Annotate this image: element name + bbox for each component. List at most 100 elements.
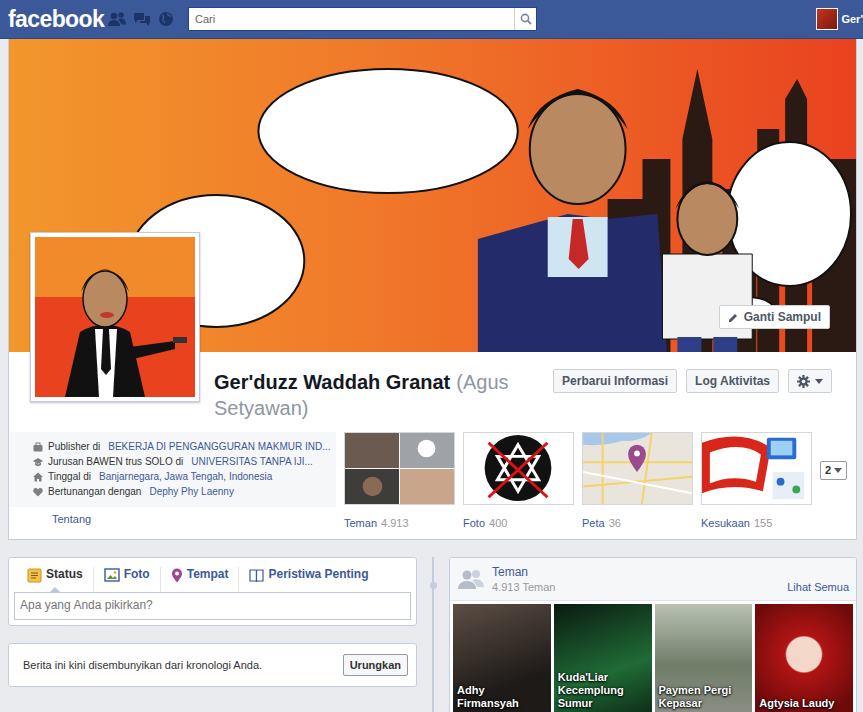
cover-photo: Ganti Sampul (9, 39, 856, 352)
friend-tile[interactable]: Agtysia Laudy (755, 604, 853, 712)
composer-tabs: Status Foto Tempat Peristiwa Penting (9, 558, 416, 592)
friend-tile[interactable]: Adhy Firmansyah (453, 604, 551, 712)
composer-field (9, 592, 416, 625)
photos-thumbnail[interactable] (463, 432, 574, 505)
about-item: Bertunangan denganDephy Phy Laenny (33, 484, 332, 499)
map-thumbnail[interactable] (582, 432, 693, 505)
timeline-right-column: Teman4.913 Teman Lihat Semua Adhy Firmansy… (449, 557, 857, 712)
work-icon (33, 442, 43, 452)
tile-title[interactable]: Teman (344, 517, 377, 529)
friend-name[interactable]: Kuda'Liar Kecemplung Sumur (558, 671, 648, 710)
friends-header: Teman4.913 Teman Lihat Semua (450, 558, 856, 600)
timeline-page: Ganti SampulGer'duzz Waddah Granat(Agus … (0, 39, 863, 712)
notifications-globe-icon (158, 11, 174, 27)
composer-tab[interactable]: Foto (93, 567, 160, 592)
friend-tile[interactable]: Kuda'Liar Kecemplung Sumur (554, 604, 652, 712)
people-icon (457, 568, 485, 590)
tile-count: 400 (489, 517, 507, 529)
education-icon (33, 457, 43, 467)
user-menu[interactable]: Ger' (816, 8, 863, 30)
user-avatar[interactable] (816, 8, 838, 30)
timeline-left-column: Status Foto Tempat Peristiwa Penting Berita … (8, 557, 417, 687)
undo-label[interactable]: Urungkan (350, 659, 401, 671)
top-bar: facebook Ger' (0, 0, 863, 39)
settings-menu-button[interactable] (788, 369, 832, 393)
about-link[interactable]: Banjarnegara, Jawa Tengah, Indonesia (99, 470, 272, 483)
app-tile[interactable]: Foto 400 (463, 432, 574, 530)
about-item: Tinggal di Banjarnegara, Jawa Tengah, Ind… (33, 469, 332, 484)
display-name: Ger'duzz Waddah Granat (214, 371, 450, 393)
see-all-link[interactable]: Lihat Semua (787, 580, 849, 594)
activity-log-button[interactable]: Log Aktivitas (686, 369, 779, 393)
composer-tab[interactable]: Status (17, 567, 93, 592)
timeline: Status Foto Tempat Peristiwa Penting Berita … (8, 557, 857, 712)
friend-name[interactable]: Agtysia Laudy (759, 697, 849, 710)
tile-label: Foto 400 (463, 505, 574, 530)
change-cover-button[interactable]: Ganti Sampul (719, 305, 830, 329)
composer: Status Foto Tempat Peristiwa Penting (8, 557, 417, 626)
friend-name[interactable]: Paymen Pergi Kepasar (659, 684, 749, 710)
friends-grid: Adhy Firmansyah Kuda'Liar Kecemplung Sumu… (450, 601, 856, 712)
more-tiles-button[interactable]: 2 (820, 461, 847, 480)
tab-label[interactable]: Tempat (187, 567, 229, 583)
about-link[interactable]: Tentang (52, 513, 91, 525)
notice-text: Berita ini kini disembunyikan dari krono… (23, 658, 262, 672)
pencil-icon (728, 312, 739, 323)
friends-count: 4.913 Teman (492, 580, 555, 594)
profile-picture[interactable] (30, 232, 200, 402)
place-icon (171, 568, 183, 583)
about-text: Jurusan BAWEN trus SOLO di (48, 455, 183, 468)
hidden-story-notice: Berita ini kini disembunyikan dari krono… (8, 643, 417, 687)
status-input[interactable] (14, 592, 411, 620)
search-input[interactable] (189, 8, 514, 30)
facebook-logo[interactable]: facebook (8, 0, 100, 38)
user-name[interactable]: Ger' (841, 12, 863, 26)
caret-icon (834, 468, 842, 473)
app-tile[interactable]: Kesukaan155 (701, 432, 812, 530)
button-label[interactable]: Perbarui Informasi (562, 373, 668, 389)
update-info-button[interactable]: Perbarui Informasi (553, 369, 677, 393)
app-tile[interactable]: Peta36 (582, 432, 693, 530)
about-text: Tinggal di (48, 470, 91, 483)
friend-tile[interactable]: Paymen Pergi Kepasar (655, 604, 753, 712)
friends-thumbnail[interactable] (344, 432, 455, 505)
composer-tab[interactable]: Tempat (160, 567, 239, 592)
button-label[interactable]: Log Aktivitas (695, 373, 770, 389)
friends-title[interactable]: Teman (492, 564, 555, 580)
friends-box: Teman4.913 Teman Lihat Semua Adhy Firmansy… (449, 557, 857, 712)
search-button[interactable] (514, 8, 536, 30)
app-tiles: Teman 4.913 Foto 400 Peta36Kesukaan155 2 (344, 432, 847, 539)
magnifier-icon (520, 13, 532, 25)
tile-title[interactable]: Foto (463, 517, 485, 529)
more-count[interactable]: 2 (825, 463, 831, 478)
tab-label[interactable]: Foto (124, 567, 150, 583)
profile-summary: Publisher di BEKERJA DI PENGANGGURAN MAKM… (9, 432, 856, 539)
undo-button[interactable]: Urungkan (343, 654, 408, 676)
tab-label[interactable]: Peristiwa Penting (268, 567, 368, 583)
status-icon (27, 568, 42, 583)
about-link[interactable]: Dephy Phy Laenny (149, 485, 234, 498)
timeline-dot (430, 582, 437, 589)
app-tile[interactable]: Teman 4.913 (344, 432, 455, 530)
about-text: Publisher di (48, 440, 100, 453)
profile-header: Ganti SampulGer'duzz Waddah Granat(Agus … (8, 39, 857, 540)
friend-name[interactable]: Adhy Firmansyah (457, 684, 547, 710)
tile-count: 4.913 (381, 517, 409, 529)
about-link[interactable]: UNIVERSITAS TANPA IJI... (191, 455, 313, 468)
tile-title[interactable]: Peta (582, 517, 605, 529)
friend-requests-icon (108, 11, 126, 27)
notification-icons (108, 11, 174, 27)
about-section: Tentang (9, 507, 336, 539)
tile-title[interactable]: Kesukaan (701, 517, 750, 529)
change-cover-label[interactable]: Ganti Sampul (744, 309, 821, 325)
about-item: Publisher di BEKERJA DI PENGANGGURAN MAKM… (33, 439, 332, 454)
event-icon (249, 568, 264, 583)
composer-tab[interactable]: Peristiwa Penting (238, 567, 378, 592)
timeline-line (417, 557, 449, 712)
about-link[interactable]: BEKERJA DI PENGANGGURAN MAKMUR IND... (108, 440, 330, 453)
about-list: Publisher di BEKERJA DI PENGANGGURAN MAKM… (9, 432, 336, 507)
likes-thumbnail[interactable] (701, 432, 812, 505)
tab-label[interactable]: Status (46, 567, 83, 583)
photo-icon (104, 568, 120, 582)
tile-label: Teman 4.913 (344, 505, 455, 530)
